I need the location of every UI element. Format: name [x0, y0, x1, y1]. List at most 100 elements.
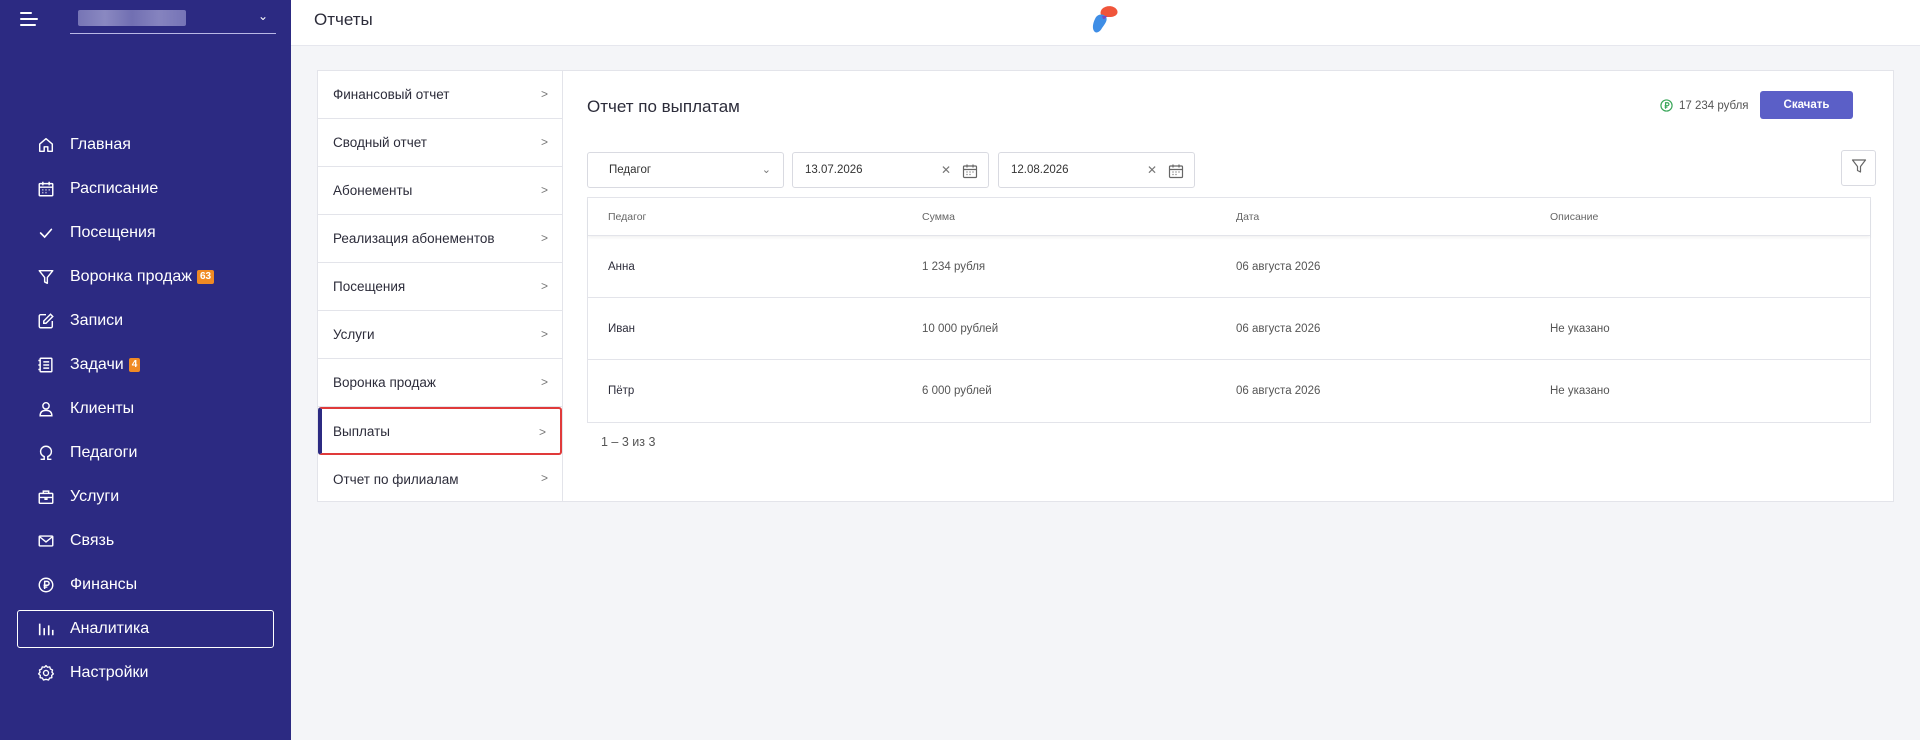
sidebar-item-finance[interactable]: Финансы [17, 566, 274, 604]
sidebar-item-label: Посещения [70, 224, 156, 241]
teacher-cell: Анна [608, 260, 635, 273]
report-menu-item-visits[interactable]: Посещения > [318, 263, 562, 311]
top-header: Отчеты [291, 0, 1920, 46]
page-title: Отчеты [314, 10, 373, 29]
sidebar-item-label: Услуги [70, 488, 120, 505]
sidebar-item-visits[interactable]: Посещения [17, 214, 274, 252]
chevron-right-icon: > [540, 279, 548, 293]
count-badge: 4 [128, 358, 141, 372]
sidebar-item-label: Связь [70, 532, 115, 549]
amount-cell: 10 000 рублей [922, 322, 999, 335]
edit-icon [36, 311, 56, 331]
teacher-cell: Иван [608, 322, 635, 335]
account-name-redacted [78, 10, 186, 26]
sidebar-item-home[interactable]: Главная [17, 126, 274, 164]
sidebar-item-sales-funnel[interactable]: Воронка продаж 63 [17, 258, 274, 296]
calendar-icon[interactable] [962, 163, 978, 179]
chevron-right-icon: > [540, 327, 548, 341]
amount-cell: 1 234 рубля [922, 260, 986, 273]
ruble-icon [36, 575, 56, 595]
sidebar-item-teachers[interactable]: Педагоги [17, 434, 274, 472]
table-row[interactable]: Пётр 6 000 рублей 06 августа 2026 Не ука… [588, 360, 1870, 422]
report-menu-item-sales-funnel[interactable]: Воронка продаж > [318, 359, 562, 407]
date-from-value: 13.07.2026 [805, 164, 863, 176]
column-header-teacher[interactable]: Педагог [588, 211, 902, 223]
report-menu-item-subscription-sales[interactable]: Реализация абонементов > [318, 215, 562, 263]
report-menu-item-label: Реализация абонементов [333, 231, 495, 246]
date-cell: 06 августа 2026 [1236, 322, 1321, 335]
teacher-cell: Пётр [608, 385, 635, 397]
report-menu-item-subscriptions[interactable]: Абонементы > [318, 167, 562, 215]
sidebar-item-communication[interactable]: Связь [17, 522, 274, 560]
payouts-table: Педагог Сумма Дата Описание Анна 1 234 р… [587, 197, 1871, 423]
account-selector[interactable]: ⌄ [70, 8, 276, 34]
date-to-value: 12.08.2026 [1011, 164, 1069, 176]
report-menu-item-services[interactable]: Услуги > [318, 311, 562, 359]
sidebar-item-analytics[interactable]: Аналитика [17, 610, 274, 648]
teacher-icon [36, 443, 56, 463]
user-icon [36, 399, 56, 419]
reports-panel: Финансовый отчет > Сводный отчет > Абоне… [317, 70, 1894, 502]
chevron-right-icon: > [538, 425, 546, 439]
report-menu-item-label: Отчет по филиалам [333, 471, 459, 487]
report-menu-item-label: Сводный отчет [333, 135, 427, 150]
report-menu-item-branches[interactable]: Отчет по филиалам > [318, 455, 562, 503]
sidebar-item-services[interactable]: Услуги [17, 478, 274, 516]
home-icon [36, 135, 56, 155]
funnel-icon [36, 267, 56, 287]
report-menu-item-payouts[interactable]: Выплаты > [318, 407, 562, 455]
teacher-select[interactable]: Педагог ⌄ [587, 152, 784, 188]
report-menu-item-summary[interactable]: Сводный отчет > [318, 119, 562, 167]
sidebar-item-schedule[interactable]: Расписание [17, 170, 274, 208]
clear-icon[interactable]: ✕ [1147, 163, 1157, 177]
column-header-amount[interactable]: Сумма [902, 211, 1216, 223]
teacher-select-value: Педагог [609, 164, 652, 176]
sidebar-top: ⌄ [20, 8, 276, 34]
chevron-right-icon: > [540, 135, 548, 149]
table-row[interactable]: Иван 10 000 рублей 06 августа 2026 Не ук… [588, 298, 1870, 360]
sidebar-item-tasks[interactable]: Задачи 4 [17, 346, 274, 384]
filter-button[interactable] [1841, 150, 1876, 186]
report-menu-item-label: Абонементы [333, 183, 413, 198]
filter-bar: Педагог ⌄ 13.07.2026 ✕ 12.08.2026 ✕ [587, 150, 1876, 188]
date-cell: 06 августа 2026 [1236, 260, 1321, 273]
report-menu-item-label: Услуги [333, 327, 375, 342]
table-row[interactable]: Анна 1 234 рубля 06 августа 2026 [588, 236, 1870, 298]
chevron-down-icon: ⌄ [761, 164, 771, 176]
report-content: Отчет по выплатам 17 234 рубля Скачать П… [564, 71, 1894, 501]
payout-total-value: 17 234 рубля [1679, 99, 1749, 112]
clear-icon[interactable]: ✕ [941, 163, 951, 177]
column-header-description[interactable]: Описание [1530, 211, 1844, 223]
ruble-icon [1660, 99, 1673, 112]
chevron-right-icon: > [540, 375, 548, 389]
report-menu-item-label: Выплаты [333, 423, 390, 439]
sidebar-item-records[interactable]: Записи [17, 302, 274, 340]
report-menu-item-financial[interactable]: Финансовый отчет > [318, 71, 562, 119]
main-nav: Главная Расписание Посещения Воронка про… [17, 126, 274, 698]
sidebar-item-clients[interactable]: Клиенты [17, 390, 274, 428]
menu-toggle-icon[interactable] [20, 12, 40, 28]
sidebar-item-label: Расписание [70, 180, 159, 197]
date-from-field[interactable]: 13.07.2026 ✕ [792, 152, 989, 188]
download-button[interactable]: Скачать [1760, 91, 1853, 119]
filter-icon [1851, 158, 1867, 179]
sidebar-item-settings[interactable]: Настройки [17, 654, 274, 692]
date-to-field[interactable]: 12.08.2026 ✕ [998, 152, 1195, 188]
sidebar-item-label: Аналитика [70, 620, 150, 637]
calendar-icon [36, 179, 56, 199]
sidebar-item-label: Записи [70, 312, 124, 329]
report-menu-item-label: Воронка продаж [333, 375, 436, 390]
tasks-icon [36, 355, 56, 375]
report-menu-item-label: Посещения [333, 279, 406, 294]
calendar-icon[interactable] [1168, 163, 1184, 179]
check-icon [36, 223, 56, 243]
pagination-info: 1 – 3 из 3 [601, 435, 656, 449]
report-type-menu: Финансовый отчет > Сводный отчет > Абоне… [318, 71, 563, 501]
column-header-date[interactable]: Дата [1216, 211, 1530, 223]
report-title: Отчет по выплатам [587, 97, 740, 116]
chevron-right-icon: > [540, 471, 548, 485]
description-cell: Не указано [1550, 385, 1610, 397]
payout-total: 17 234 рубля [1660, 99, 1749, 112]
sidebar-item-label: Настройки [70, 664, 149, 681]
bar-chart-icon [36, 619, 56, 639]
